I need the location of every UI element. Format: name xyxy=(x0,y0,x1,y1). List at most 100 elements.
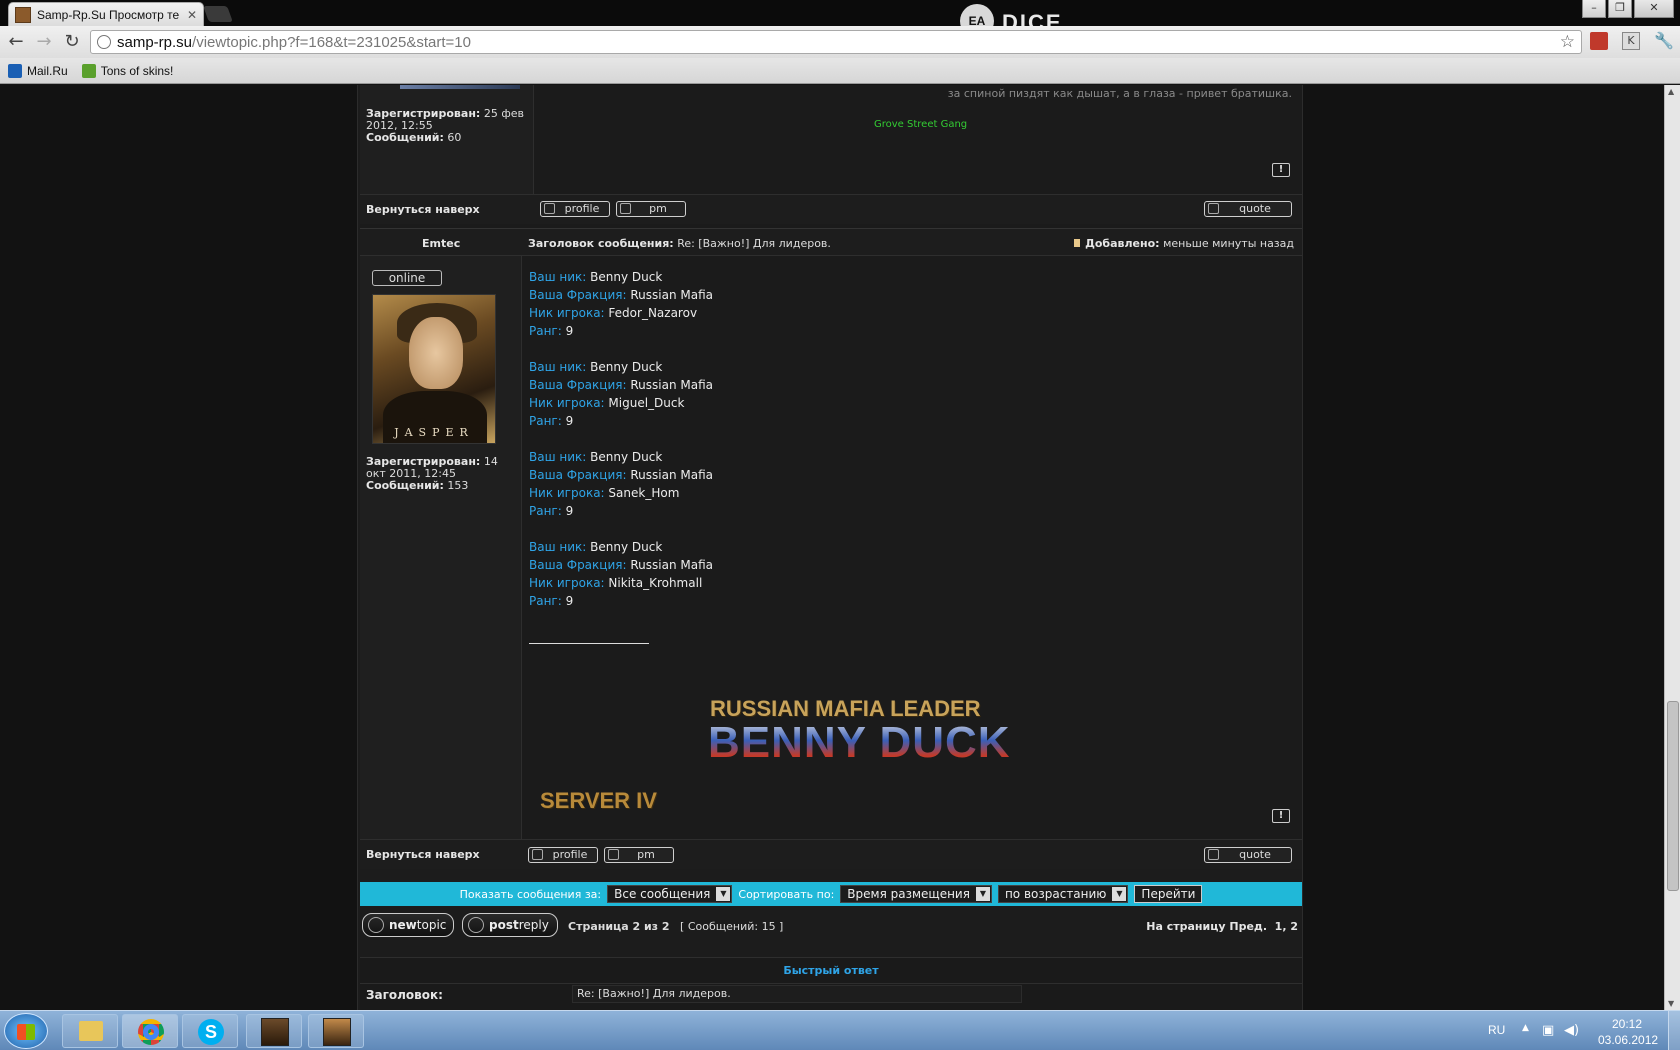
tab-close-icon[interactable]: ✕ xyxy=(187,8,197,22)
taskbar-skype[interactable]: S xyxy=(182,1014,238,1048)
quote-button[interactable]: quote xyxy=(1204,847,1292,863)
maximize-icon[interactable]: ❐ xyxy=(1608,0,1632,18)
taskbar-gta-2[interactable] xyxy=(308,1014,364,1048)
volume-icon[interactable]: ◀) xyxy=(1564,1023,1579,1038)
pm-icon xyxy=(608,849,619,860)
entry-block: Ваш ник: Benny Duck Ваша Фракция: Russia… xyxy=(529,270,713,338)
wrench-menu-icon[interactable]: 🔧 xyxy=(1654,32,1674,50)
prev-page-link[interactable]: Пред. xyxy=(1229,920,1267,933)
folder-icon xyxy=(79,1021,103,1041)
browser-tab[interactable]: Samp-Rp.Su Просмотр те ✕ xyxy=(8,2,204,26)
page-scrollbar[interactable]: ▲ ▼ xyxy=(1664,85,1680,1010)
posts-value: 60 xyxy=(447,131,462,144)
url-host: samp-rp.su xyxy=(117,33,193,51)
quote-icon xyxy=(1208,849,1219,860)
post-actions-bar: Вернуться наверх profile pm quote xyxy=(360,194,1302,224)
avatar-caption: JASPER xyxy=(394,426,474,439)
mail-icon xyxy=(8,63,22,78)
sort-by-select[interactable]: Время размещения ▼ xyxy=(840,885,992,903)
forward-arrow-icon[interactable]: → xyxy=(30,28,58,56)
new-tab-button[interactable] xyxy=(203,6,233,22)
entry-block: Ваш ник: Benny Duck Ваша Фракция: Russia… xyxy=(529,540,713,608)
scroll-up-icon[interactable]: ▲ xyxy=(1668,87,1674,96)
display-options-bar: Показать сообщения за: Все сообщения ▼ Со… xyxy=(360,882,1302,906)
taskbar-explorer[interactable] xyxy=(62,1014,118,1048)
profile-stats: Зарегистрирован: 14 окт 2011, 12:45 Сооб… xyxy=(366,456,518,492)
minimize-icon[interactable]: – xyxy=(1582,0,1606,18)
address-bar[interactable]: samp-rp.su /viewtopic.php?f=168&t=231025… xyxy=(90,30,1582,54)
back-to-top-link[interactable]: Вернуться наверх xyxy=(366,203,480,216)
profile-button[interactable]: profile xyxy=(528,847,598,863)
taskbar-chrome[interactable] xyxy=(122,1014,178,1048)
chevron-down-icon: ▼ xyxy=(1112,887,1127,901)
back-arrow-icon[interactable]: ← xyxy=(2,28,30,56)
pencil-icon xyxy=(368,917,384,933)
page-numbers[interactable]: 1, 2 xyxy=(1275,920,1298,933)
post-reply-button[interactable]: postreply xyxy=(462,913,558,937)
scroll-down-icon[interactable]: ▼ xyxy=(1668,999,1674,1008)
network-icon[interactable]: ▣ xyxy=(1542,1023,1554,1038)
post-date: Добавлено: меньше минуты назад xyxy=(1073,237,1294,250)
show-label: Показать сообщения за: xyxy=(459,887,602,901)
avatar-bottom-edge xyxy=(400,85,520,89)
post-subject: Заголовок сообщения: Re: [Важно!] Для ли… xyxy=(528,237,831,250)
post-author[interactable]: Emtec xyxy=(422,237,460,250)
tab-title: Samp-Rp.Su Просмотр те xyxy=(37,7,180,22)
report-post-icon[interactable]: ! xyxy=(1272,163,1290,177)
url-path: /viewtopic.php?f=168&t=231025&start=10 xyxy=(192,33,471,51)
bookmark-label: Mail.Ru xyxy=(27,63,68,78)
report-post-icon[interactable]: ! xyxy=(1272,809,1290,823)
quick-reply-title: Быстрый ответ xyxy=(783,964,879,977)
subject-label: Заголовок: xyxy=(366,988,443,1002)
start-button[interactable] xyxy=(4,1013,48,1049)
bookmark-mailru[interactable]: Mail.Ru xyxy=(8,63,68,78)
back-to-top-link[interactable]: Вернуться наверх xyxy=(366,848,480,861)
reply-icon xyxy=(468,917,484,933)
game-icon xyxy=(323,1018,351,1046)
posts-label: Сообщений: xyxy=(366,131,444,144)
system-tray: RU ▲ ▣ ◀) 20:12 03.06.2012 xyxy=(1480,1011,1680,1050)
go-button[interactable]: Перейти xyxy=(1134,885,1203,903)
clock-time[interactable]: 20:12 xyxy=(1612,1017,1642,1031)
windows-logo-icon xyxy=(17,1024,35,1040)
quote-icon xyxy=(1208,203,1219,214)
forum-container: Зарегистрирован: 25 фев 2012, 12:55 Сооб… xyxy=(357,85,1303,1010)
entry-block: Ваш ник: Benny Duck Ваша Фракция: Russia… xyxy=(529,360,713,428)
reload-icon[interactable]: ↻ xyxy=(58,28,86,56)
new-topic-button[interactable]: newtopic xyxy=(362,913,454,937)
pm-button[interactable]: pm xyxy=(604,847,674,863)
sort-order-select[interactable]: по возрастанию ▼ xyxy=(997,885,1129,903)
quote-button[interactable]: quote xyxy=(1204,201,1292,217)
site-favicon-icon xyxy=(15,6,31,23)
extensions-area: K 🔧 xyxy=(1590,32,1674,50)
show-desktop-button[interactable] xyxy=(1668,1011,1680,1050)
pm-button[interactable]: pm xyxy=(616,201,686,217)
sig-line3: SERVER IV xyxy=(540,788,657,813)
post-emtec: online JASPER Зарегистрирован: 14 окт 20… xyxy=(360,256,1302,839)
scrollbar-thumb[interactable] xyxy=(1667,701,1679,891)
post-profile-column: Зарегистрирован: 25 фев 2012, 12:55 Сооб… xyxy=(360,85,534,198)
show-period-select[interactable]: Все сообщения ▼ xyxy=(607,885,733,903)
close-window-icon[interactable]: ✕ xyxy=(1634,0,1674,18)
page-viewport: Зарегистрирован: 25 фев 2012, 12:55 Сооб… xyxy=(0,85,1664,1010)
bookmark-star-icon[interactable]: ☆ xyxy=(1560,32,1575,52)
clock-date[interactable]: 03.06.2012 xyxy=(1598,1033,1658,1047)
profile-stats: Зарегистрирован: 25 фев 2012, 12:55 Сооб… xyxy=(366,108,526,144)
sort-label: Сортировать по: xyxy=(738,887,835,901)
subject-input[interactable]: Re: [Важно!] Для лидеров. xyxy=(572,985,1022,1003)
k-extension-icon[interactable]: K xyxy=(1622,32,1640,50)
page-info: Страница 2 из 2 [ Сообщений: 15 ] xyxy=(568,920,784,933)
tray-expand-icon[interactable]: ▲ xyxy=(1522,1023,1529,1033)
quick-reply-row: Заголовок: Re: [Важно!] Для лидеров. xyxy=(360,983,1302,1005)
pm-icon xyxy=(620,203,631,214)
kaspersky-extension-icon[interactable] xyxy=(1590,32,1608,50)
post-actions-bar: Вернуться наверх profile pm quote xyxy=(360,839,1302,869)
profile-button[interactable]: profile xyxy=(540,201,610,217)
bookmark-tons-of-skins[interactable]: Tons of skins! xyxy=(81,63,173,78)
post-content: Ваш ник: Benny Duck Ваша Фракция: Russia… xyxy=(529,268,1289,628)
taskbar-gta-1[interactable] xyxy=(246,1014,302,1048)
windows-taskbar: S RU ▲ ▣ ◀) 20:12 03.06.2012 xyxy=(0,1010,1680,1050)
sig-line2: BENNY DUCK xyxy=(708,718,1011,767)
language-indicator[interactable]: RU xyxy=(1488,1023,1505,1037)
posts-label: Сообщений: xyxy=(366,479,444,492)
